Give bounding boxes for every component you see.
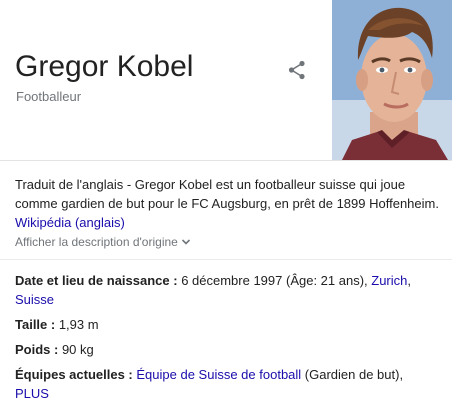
entity-photo[interactable] [332,0,452,160]
fact-birth-sep: , [407,273,412,288]
fact-birth: Date et lieu de naissance : 6 décembre 1… [15,271,440,309]
wikipedia-link[interactable]: Wikipédia (anglais) [15,215,125,230]
fact-height-value: 1,93 m [55,317,99,332]
team-link[interactable]: Équipe de Suisse de football [136,367,301,382]
birthplace-city-link[interactable]: Zurich [371,273,407,288]
fact-teams-value: (Gardien de but), [301,367,404,382]
fact-birth-label: Date et lieu de naissance : [15,273,178,288]
fact-weight: Poids : 90 kg [15,340,440,359]
fact-teams-label: Équipes actuelles : [15,367,133,382]
entity-name: Gregor Kobel [15,50,194,83]
show-original-description-button[interactable]: Afficher la description d'origine [15,234,191,251]
birthplace-country-link[interactable]: Suisse [15,292,54,307]
portrait-image [332,0,452,160]
more-teams-link[interactable]: PLUS [15,386,49,401]
fact-height: Taille : 1,93 m [15,315,440,334]
description-text: Traduit de l'anglais - Gregor Kobel est … [15,177,439,211]
description: Traduit de l'anglais - Gregor Kobel est … [15,175,445,232]
fact-birth-value: 6 décembre 1997 (Âge: 21 ans), [177,273,372,288]
share-button[interactable] [285,58,309,82]
facts-list: Date et lieu de naissance : 6 décembre 1… [15,271,440,409]
entity-type: Footballeur [16,89,82,104]
fact-weight-label: Poids : [15,342,59,357]
facts-divider [0,259,452,260]
share-icon [288,60,305,80]
show-original-label: Afficher la description d'origine [15,235,178,249]
chevron-down-icon [181,235,191,251]
fact-height-label: Taille : [15,317,56,332]
fact-teams: Équipes actuelles : Équipe de Suisse de … [15,365,440,403]
knowledge-panel-header: Gregor Kobel Footballeur [0,0,452,160]
header-divider [0,160,452,161]
fact-weight-value: 90 kg [58,342,94,357]
